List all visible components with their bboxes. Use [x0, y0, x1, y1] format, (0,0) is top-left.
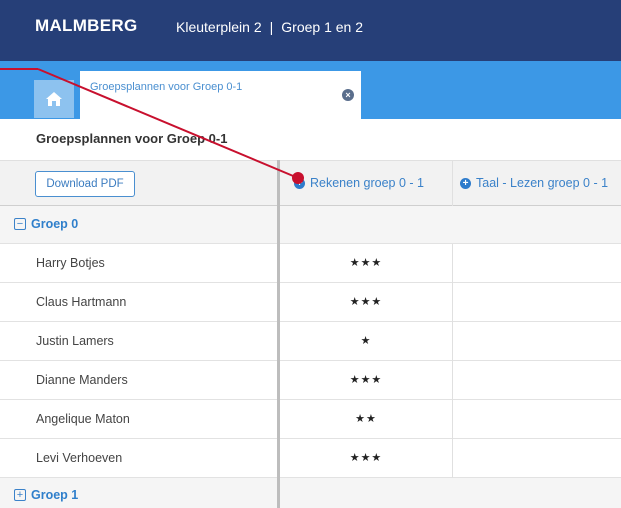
annotation-line — [37, 68, 299, 179]
annotation-pointer — [0, 68, 304, 184]
annotation-dot — [292, 172, 304, 184]
